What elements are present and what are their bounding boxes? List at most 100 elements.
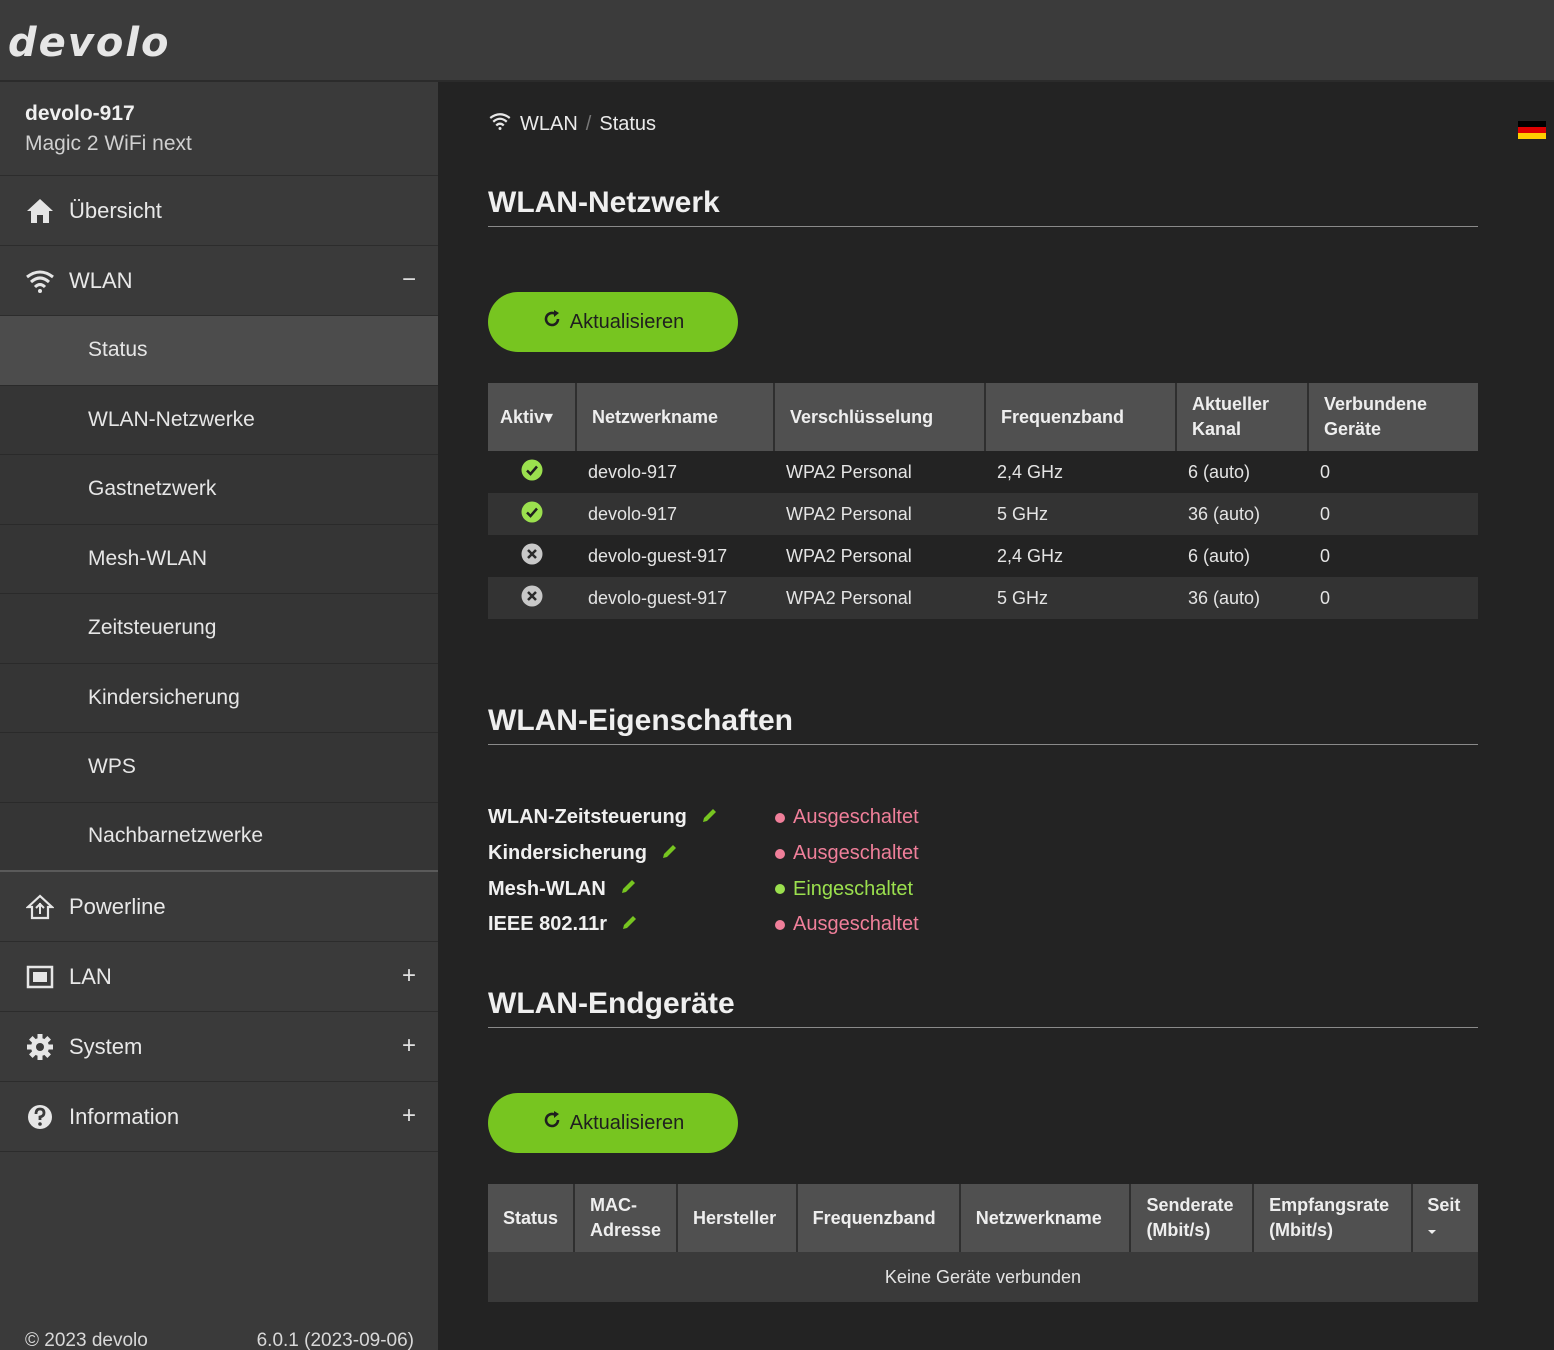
check-circle-icon bbox=[521, 501, 543, 527]
cell-band: 2,4 GHz bbox=[997, 545, 1064, 566]
refresh-clients-button[interactable]: Aktualisieren bbox=[488, 1093, 738, 1153]
table-row: devolo-917 WPA2 Personal 5 GHz 36 (auto) 0 bbox=[488, 493, 1478, 535]
column-header: Frequenzband bbox=[985, 383, 1177, 451]
device-info: devolo-917 Magic 2 WiFi next bbox=[0, 82, 438, 176]
status-text: Ausgeschaltet bbox=[793, 806, 919, 829]
table-header-row: Status MAC-Adresse Hersteller Frequenzband N… bbox=[488, 1184, 1478, 1252]
property-label-text: Kindersicherung bbox=[488, 842, 647, 865]
cell-channel: 6 (auto) bbox=[1188, 545, 1251, 566]
nav-item-label: Information bbox=[69, 1103, 180, 1129]
property-label: Mesh-WLAN bbox=[488, 877, 775, 901]
wifi-icon bbox=[25, 266, 55, 296]
table-header-row: Aktiv▾ Netzwerkname Verschlüsselung Frequen… bbox=[488, 383, 1478, 451]
column-header: Status bbox=[488, 1184, 576, 1252]
nav-item-information[interactable]: Information + bbox=[0, 1082, 438, 1152]
cell-name: devolo-guest-917 bbox=[588, 545, 728, 566]
sub-item-parental-control[interactable]: Kindersicherung bbox=[0, 663, 438, 733]
collapse-icon[interactable]: − bbox=[402, 266, 416, 294]
sub-item-wlan-networks[interactable]: WLAN-Netzwerke bbox=[0, 385, 438, 455]
breadcrumb-status: Status bbox=[599, 112, 657, 135]
german-flag-icon[interactable] bbox=[1518, 121, 1546, 139]
nav-item-label: System bbox=[69, 1033, 143, 1059]
nav-item-overview[interactable]: Übersicht bbox=[0, 176, 438, 246]
copyright: © 2023 devolo bbox=[25, 1330, 148, 1350]
firmware-version: 6.0.1 (2023-09-06) bbox=[256, 1330, 414, 1350]
lan-port-icon bbox=[25, 962, 55, 992]
property-status: Ausgeschaltet bbox=[775, 806, 919, 829]
section-title-clients: WLAN-Endgeräte bbox=[488, 987, 1478, 1028]
pencil-icon[interactable] bbox=[620, 877, 638, 901]
cell-devices: 0 bbox=[1320, 545, 1331, 566]
cell-channel: 36 (auto) bbox=[1176, 493, 1308, 535]
column-header: Frequenzband bbox=[796, 1184, 961, 1252]
cell-enc: WPA2 Personal bbox=[786, 461, 912, 482]
refresh-networks-button[interactable]: Aktualisieren bbox=[488, 292, 738, 352]
button-label: Aktualisieren bbox=[569, 1111, 685, 1134]
expand-icon[interactable]: + bbox=[402, 1032, 416, 1060]
x-circle-icon bbox=[521, 585, 543, 611]
status-dot bbox=[775, 812, 785, 823]
cell-channel: 6 (auto) bbox=[1188, 461, 1251, 482]
nav-item-system[interactable]: System + bbox=[0, 1012, 438, 1082]
property-row-time-control: WLAN-Zeitsteuerung Ausgeschaltet bbox=[488, 800, 919, 836]
status-text: Ausgeschaltet bbox=[793, 913, 919, 936]
gear-icon bbox=[25, 1032, 55, 1062]
table-body: devolo-917 WPA2 Personal 2,4 GHz 6 (auto) 0 d… bbox=[488, 451, 1478, 619]
pencil-icon[interactable] bbox=[621, 913, 639, 937]
column-header[interactable]: Seit bbox=[1412, 1184, 1478, 1252]
device-name: devolo-917 bbox=[25, 102, 135, 125]
active-cell bbox=[488, 493, 576, 535]
question-circle-icon bbox=[25, 1102, 55, 1132]
property-label-text: WLAN-Zeitsteuerung bbox=[488, 806, 687, 829]
nav-item-label: WLAN bbox=[69, 267, 133, 293]
cell-band: 2,4 GHz bbox=[997, 461, 1064, 482]
sub-item-time-control[interactable]: Zeitsteuerung bbox=[0, 594, 438, 664]
column-header[interactable]: Aktiv▾ bbox=[488, 383, 577, 451]
breadcrumb-wlan[interactable]: WLAN bbox=[520, 113, 578, 136]
nav-item-wlan[interactable]: WLAN − bbox=[0, 246, 438, 316]
cell-devices: 0 bbox=[1320, 461, 1331, 482]
device-model: Magic 2 WiFi next bbox=[25, 132, 192, 155]
sub-item-status[interactable]: Status bbox=[0, 316, 438, 386]
property-label: WLAN-Zeitsteuerung bbox=[488, 806, 775, 830]
pencil-icon[interactable] bbox=[661, 842, 679, 866]
devolo-logo[interactable]: devolo bbox=[8, 20, 171, 66]
home-icon bbox=[25, 196, 55, 226]
table-row: devolo-917 WPA2 Personal 2,4 GHz 6 (auto) 0 bbox=[488, 451, 1478, 493]
nav-item-lan[interactable]: LAN + bbox=[0, 942, 438, 1012]
sub-item-neighbor-networks[interactable]: Nachbarnetzwerke bbox=[0, 802, 438, 872]
x-circle-icon bbox=[521, 543, 543, 569]
section-title-networks: WLAN-Netzwerk bbox=[488, 186, 1478, 227]
refresh-icon bbox=[542, 309, 562, 335]
sub-item-mesh-wlan[interactable]: Mesh-WLAN bbox=[0, 524, 438, 594]
expand-icon[interactable]: + bbox=[402, 1102, 416, 1130]
property-row-parental-control: Kindersicherung Ausgeschaltet bbox=[488, 836, 919, 872]
empty-message: Keine Geräte verbunden bbox=[488, 1252, 1478, 1302]
active-cell bbox=[488, 577, 576, 619]
property-status: Ausgeschaltet bbox=[775, 913, 919, 936]
property-status: Eingeschaltet bbox=[775, 878, 913, 901]
status-dot bbox=[775, 919, 785, 930]
cell-devices: 0 bbox=[1308, 577, 1478, 619]
cell-band: 5 GHz bbox=[985, 493, 1176, 535]
status-dot bbox=[775, 848, 785, 859]
property-label-text: Mesh-WLAN bbox=[488, 877, 606, 900]
expand-icon[interactable]: + bbox=[402, 962, 416, 990]
property-status: Ausgeschaltet bbox=[775, 842, 919, 865]
cell-devices: 0 bbox=[1308, 493, 1478, 535]
cell-enc: WPA2 Personal bbox=[774, 577, 985, 619]
button-label: Aktualisieren bbox=[569, 310, 685, 333]
column-header: Verbundene Geräte bbox=[1308, 383, 1478, 451]
column-header: Hersteller bbox=[677, 1184, 798, 1252]
pencil-icon[interactable] bbox=[701, 806, 719, 830]
networks-table: Aktiv▾ Netzwerkname Verschlüsselung Frequen… bbox=[488, 383, 1478, 619]
clients-table: Status MAC-Adresse Hersteller Frequenzband N… bbox=[488, 1184, 1478, 1302]
sub-item-wps[interactable]: WPS bbox=[0, 733, 438, 803]
nav-item-powerline[interactable]: Powerline bbox=[0, 872, 438, 942]
column-header: Verschlüsselung bbox=[774, 383, 986, 451]
sub-item-guest-network[interactable]: Gastnetzwerk bbox=[0, 455, 438, 525]
active-cell bbox=[488, 535, 576, 577]
sidebar: devolo-917 Magic 2 WiFi next Übersicht W… bbox=[0, 82, 438, 1350]
cell-band: 5 GHz bbox=[985, 577, 1176, 619]
status-text: Eingeschaltet bbox=[793, 877, 914, 900]
